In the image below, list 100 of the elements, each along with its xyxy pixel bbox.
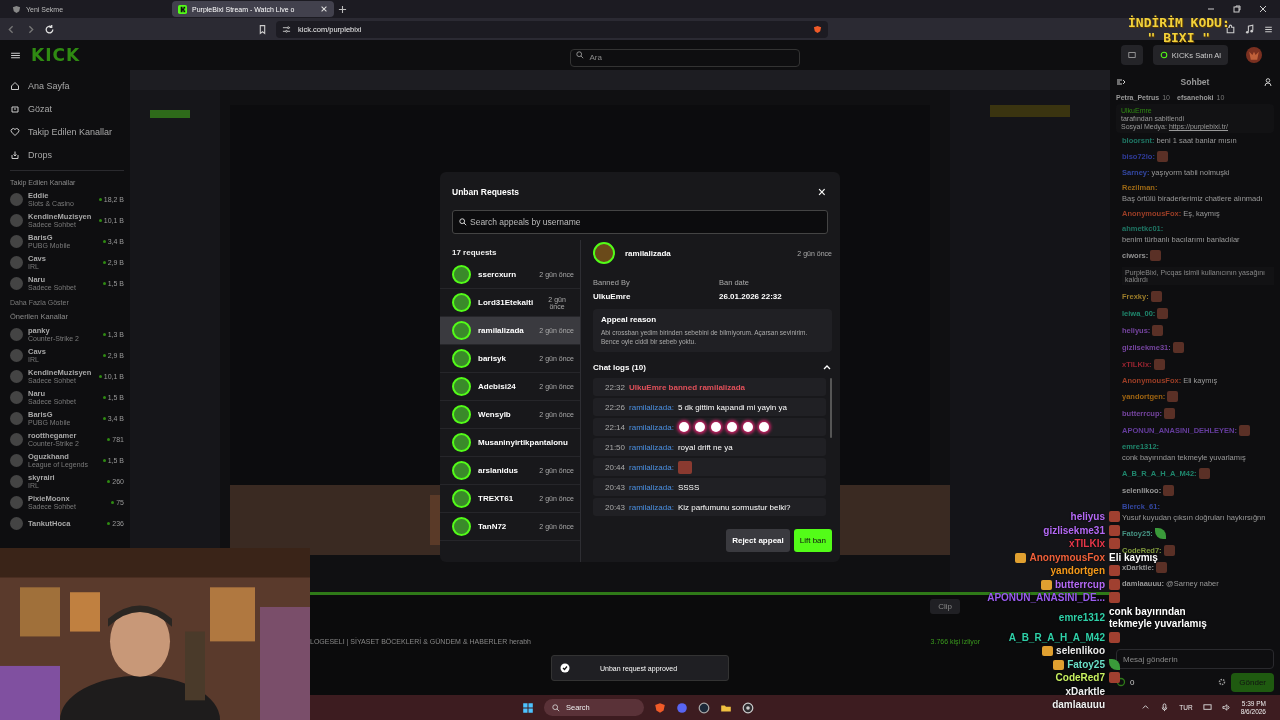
emote-icon [1154,528,1166,539]
emote-icon [1239,425,1251,436]
reload-icon[interactable] [44,23,55,35]
emote-icon [1164,408,1175,419]
browser-icon[interactable] [654,701,666,714]
nav-item[interactable]: Ana Sayfa [10,74,124,97]
kick-favicon-icon [178,4,187,14]
search-icon [576,51,585,59]
points-count: 0 [1130,677,1135,687]
emote-icon [1167,391,1179,402]
username: A_B_R_A_H_A_M42 [1008,631,1105,644]
emote-icon [1109,631,1120,643]
emote-icon [1163,545,1175,556]
live-dot-icon [102,459,106,462]
avatar-icon [10,349,23,362]
avatar-icon [10,412,23,425]
new-tab-icon[interactable] [338,4,347,14]
avatar-icon [10,496,23,509]
close-icon[interactable] [1258,4,1268,14]
username: selenlikoo [1056,645,1105,658]
chat-title: Sohbet [1180,77,1210,87]
live-dot-icon [98,219,102,222]
live-dot-icon [111,501,115,504]
site-settings-icon[interactable] [282,24,291,34]
drops-icon [10,149,20,160]
emote-icon [1198,468,1210,479]
recorder-icon[interactable] [742,701,754,714]
speaker-icon[interactable] [1221,703,1231,712]
windows-start-icon[interactable] [522,701,534,714]
emote-icon [1109,524,1120,536]
badge-icon [1053,659,1065,670]
collapse-icon[interactable] [1116,77,1126,87]
promo-code-text: " BIXI " [1147,30,1211,45]
restore-icon[interactable] [1232,4,1242,14]
username: APONUN_ANASINI_DE... [987,592,1105,605]
message-input[interactable]: Mesaj gönderin [1116,649,1274,669]
heart-icon [10,126,20,137]
live-dot-icon [102,282,106,285]
microphone-icon[interactable] [1160,703,1170,712]
caret-icon[interactable] [1141,703,1151,712]
username: emre1312 [1058,611,1105,625]
username: Fatoy25 [1067,658,1105,671]
avatar-icon [10,277,23,290]
puzzle-icon[interactable] [1225,23,1236,35]
coin-icon[interactable] [1116,677,1126,687]
browse-icon [10,103,20,114]
emote-icon [1109,672,1120,683]
message-text: conk bayırından tekmeyle yuvarlamış [1109,605,1208,631]
search-field[interactable]: Ara [570,48,801,67]
live-dot-icon [102,261,106,264]
emote-icon [1156,151,1168,162]
theater-button[interactable] [1120,45,1143,65]
coin-icon [1159,51,1168,59]
nav-item[interactable]: Takip Edilen Kanallar [10,120,124,143]
emote-icon [1109,578,1120,590]
nav-item[interactable]: Gözat [10,97,124,120]
emote-icon [1109,538,1120,549]
live-dot-icon [98,198,102,201]
emote-icon [1109,592,1120,603]
avatar-icon [10,433,23,446]
username: CodeRed7 [1055,672,1105,685]
kick-logo[interactable]: KICK [31,45,81,65]
live-dot-icon [107,522,111,525]
users-icon[interactable] [1264,77,1274,87]
emote-icon [1109,565,1120,576]
emote-icon [1150,291,1162,302]
game-launcher-icon[interactable] [698,701,710,714]
emote-icon [1163,485,1175,496]
clip-button[interactable]: Clip [930,599,960,614]
badge-icon [1042,646,1054,657]
music-icon[interactable] [1244,23,1255,35]
live-dot-icon [102,333,106,336]
live-dot-icon [102,240,106,243]
lion-shield-icon[interactable] [813,24,822,34]
avatar-icon [10,517,23,530]
nav-item[interactable]: Drops [10,143,124,166]
monitor-icon[interactable] [1202,703,1212,712]
promo-code-text: İNDİRİM KODU: [1128,15,1230,30]
close-tab-icon[interactable] [320,5,328,13]
avatar-icon [10,193,23,206]
bookmark-icon[interactable] [257,23,268,35]
emote-icon [1152,325,1164,336]
emote-icon [1109,511,1120,522]
live-dot-icon [102,396,106,399]
avatar-icon [10,256,23,269]
settings-icon[interactable] [1217,677,1228,687]
live-dot-icon [102,354,106,357]
chat-app-icon[interactable] [676,701,688,714]
shield-icon [12,4,21,14]
live-dot-icon [98,375,102,378]
emote-icon [1150,250,1162,261]
avatar-icon [10,454,23,467]
username: xDarktle [1065,685,1105,698]
search-icon [552,703,560,712]
live-dot-icon [107,480,111,483]
home-icon [10,80,20,91]
avatar-icon [10,328,23,341]
profile-avatar-icon[interactable] [1246,47,1262,63]
emote-icon [1153,359,1165,370]
live-dot-icon [102,417,106,420]
